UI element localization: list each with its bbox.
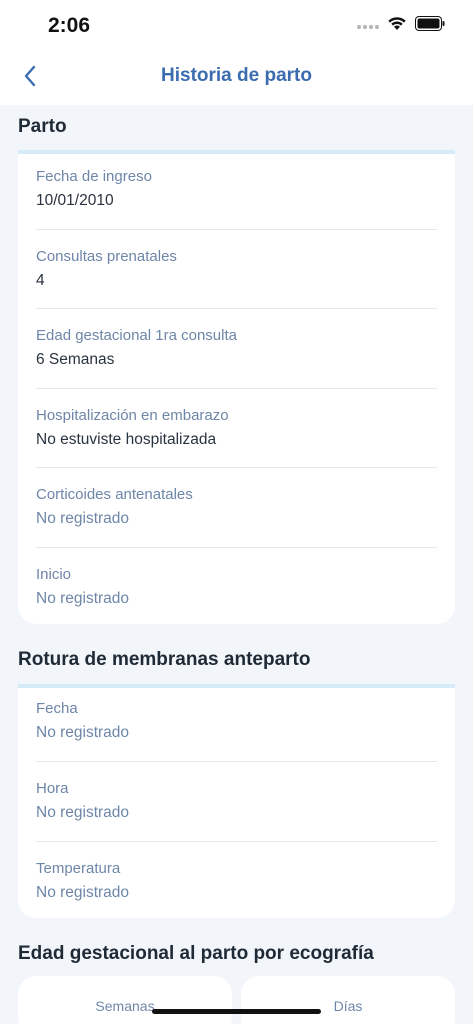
divider bbox=[36, 467, 437, 468]
field-value: No estuviste hospitalizada bbox=[36, 431, 217, 448]
field-value: No registrado bbox=[36, 510, 130, 527]
field-value: No registrado bbox=[36, 884, 130, 901]
field-corticoides: Corticoides antenatales No registrado bbox=[36, 478, 437, 558]
divider bbox=[36, 761, 437, 762]
field-label: Consultas prenatales bbox=[36, 248, 177, 265]
home-indicator bbox=[152, 1009, 321, 1014]
field-value: 4 bbox=[36, 272, 45, 289]
rotura-card: Fecha No registrado Hora No registrado T… bbox=[18, 684, 455, 918]
wifi-icon bbox=[387, 16, 407, 36]
field-label: Fecha de ingreso bbox=[36, 168, 152, 185]
signal-dots-icon bbox=[357, 17, 379, 35]
field-fecha-ingreso: Fecha de ingreso 10/01/2010 bbox=[36, 160, 437, 240]
field-temperatura: Temperatura No registrado bbox=[36, 852, 437, 932]
field-label: Fecha bbox=[36, 700, 78, 717]
section-title-rotura: Rotura de membranas anteparto bbox=[18, 649, 311, 670]
field-value: 6 Semanas bbox=[36, 351, 115, 368]
navigation-bar: Historia de parto bbox=[0, 52, 473, 105]
status-bar: 2:06 bbox=[0, 0, 473, 52]
field-label: Temperatura bbox=[36, 860, 121, 877]
field-label: Hospitalización en embarazo bbox=[36, 407, 229, 424]
field-value: No registrado bbox=[36, 590, 130, 607]
field-label: Inicio bbox=[36, 566, 72, 583]
field-label: Hora bbox=[36, 780, 69, 797]
page-title: Historia de parto bbox=[161, 65, 312, 86]
field-label: Corticoides antenatales bbox=[36, 486, 193, 503]
section-title-edad-gestacional: Edad gestacional al parto por ecografía bbox=[18, 943, 374, 964]
divider bbox=[36, 308, 437, 309]
field-fecha: Fecha No registrado bbox=[36, 692, 437, 772]
divider bbox=[36, 388, 437, 389]
battery-icon bbox=[415, 16, 445, 36]
status-icons bbox=[357, 16, 445, 36]
field-value: No registrado bbox=[36, 804, 130, 821]
field-hora: Hora No registrado bbox=[36, 772, 437, 852]
field-value: 10/01/2010 bbox=[36, 192, 114, 209]
divider bbox=[36, 841, 437, 842]
field-value: No registrado bbox=[36, 724, 130, 741]
dias-card: Días bbox=[241, 976, 455, 1024]
field-inicio: Inicio No registrado bbox=[36, 558, 437, 638]
status-time: 2:06 bbox=[48, 14, 91, 37]
divider bbox=[36, 229, 437, 230]
divider bbox=[36, 547, 437, 548]
field-edad-gestacional-1ra: Edad gestacional 1ra consulta 6 Semanas bbox=[36, 319, 437, 399]
section-title-parto: Parto bbox=[18, 116, 67, 137]
field-label: Edad gestacional 1ra consulta bbox=[36, 327, 237, 344]
parto-card: Fecha de ingreso 10/01/2010 Consultas pr… bbox=[18, 150, 455, 624]
semanas-card: Semanas bbox=[18, 976, 232, 1024]
